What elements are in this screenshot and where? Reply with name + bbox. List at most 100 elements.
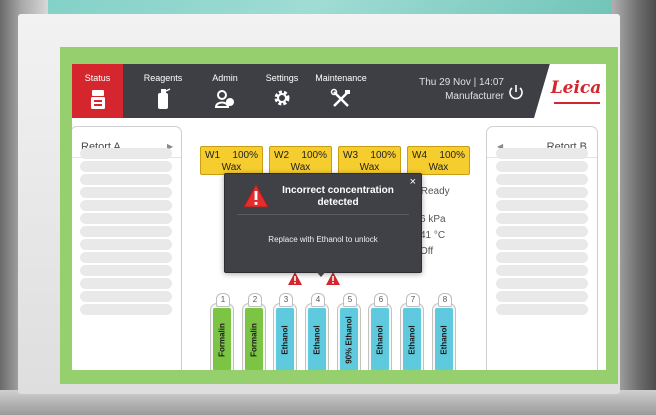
bottle-reagent-label: Ethanol: [280, 325, 290, 355]
cassette-slot: [80, 278, 172, 289]
tab-label: Admin: [212, 73, 238, 83]
dialog-pointer: [315, 270, 327, 277]
cassette-slot: [496, 187, 588, 198]
warning-icon: [243, 183, 269, 208]
cassette-slot: [80, 213, 172, 224]
cassette-slot: [496, 174, 588, 185]
cassette-slot: [80, 226, 172, 237]
cassette-slot: [496, 304, 588, 315]
retort-a-panel[interactable]: Retort A ▶: [72, 126, 182, 370]
wax-bath[interactable]: W2 100% Wax: [269, 146, 332, 175]
wax-bath-level: 100%: [439, 150, 465, 161]
wax-bath[interactable]: W1 100% Wax: [200, 146, 263, 175]
bottle-number: 2: [248, 293, 262, 307]
admin-users-icon: [200, 88, 250, 110]
status-instrument-icon: [72, 88, 123, 110]
bottle-reagent-label: Formalin: [249, 323, 259, 357]
bottle-reagent-label: Ethanol: [375, 325, 385, 355]
retort-b-panel[interactable]: ◀ Retort B: [486, 126, 598, 370]
divider: [237, 214, 409, 215]
bottle-number: 7: [406, 293, 420, 307]
reagent-bottle[interactable]: 6 Ethanol: [368, 293, 392, 370]
tab-label: Maintenance: [315, 73, 367, 83]
cassette-slot: [80, 265, 172, 276]
warning-icon[interactable]: [288, 272, 302, 285]
cassette-slot: [496, 200, 588, 211]
wax-bath-name: W1: [205, 150, 220, 161]
cassette-slot: [496, 265, 588, 276]
reagent-bottle-icon: [134, 88, 192, 110]
instrument-screen: Status Reagents Admin Settings Maintenan…: [72, 64, 606, 370]
cassette-slot: [496, 213, 588, 224]
tab-label: Settings: [265, 73, 299, 83]
state-readout: /Ready: [418, 186, 450, 197]
bottle-number: 4: [311, 293, 325, 307]
tab-settings[interactable]: Settings: [256, 64, 308, 118]
bottle-reagent-label: Ethanol: [407, 325, 417, 355]
close-icon[interactable]: ×: [410, 176, 416, 188]
cassette-slot: [80, 291, 172, 302]
tab-maintenance[interactable]: Maintenance: [310, 64, 372, 118]
pressure-readout: 6 kPa: [420, 214, 446, 225]
cassette-slot: [496, 161, 588, 172]
cassette-slot: [496, 239, 588, 250]
wax-bath-level: 100%: [370, 150, 396, 161]
bottle-reagent-label: Formalin: [217, 323, 227, 357]
cassette-slot: [496, 278, 588, 289]
logo-underline: [554, 102, 600, 104]
cassette-slot: [80, 161, 172, 172]
tab-reagents[interactable]: Reagents: [134, 64, 192, 118]
reagent-bottle[interactable]: 8 Ethanol: [432, 293, 456, 370]
bottle-number: 3: [279, 293, 293, 307]
top-bar: Status Reagents Admin Settings Maintenan…: [72, 64, 606, 118]
dialog-message: Replace with Ethanol to unlock: [268, 235, 378, 244]
reagent-bottle[interactable]: 7 Ethanol: [400, 293, 424, 370]
bottle-reagent-label: Ethanol: [439, 325, 449, 355]
temperature-readout: 41 °C: [420, 230, 446, 241]
cassette-slot: [496, 291, 588, 302]
wax-bath-name: W2: [274, 150, 289, 161]
wax-bath-name: W3: [343, 150, 358, 161]
cassette-slot: [80, 187, 172, 198]
incorrect-concentration-dialog: × Incorrect concentration detected Repla…: [224, 173, 422, 273]
wax-bath-label: Wax: [359, 162, 380, 173]
tab-label: Status: [84, 73, 111, 83]
bottle-reagent-label: 90% Ethanol: [344, 316, 354, 364]
leica-logo: Leica: [550, 78, 602, 98]
reagent-bottle[interactable]: 5 90% Ethanol: [337, 293, 361, 370]
reagent-bottle[interactable]: 2 Formalin: [242, 293, 266, 370]
reagent-bottle[interactable]: 4 Ethanol: [305, 293, 329, 370]
wax-bath-label: Wax: [221, 162, 242, 173]
wax-bath-level: 100%: [232, 150, 258, 161]
bottle-number: 6: [374, 293, 388, 307]
cassette-slot: [80, 239, 172, 250]
tools-icon: [310, 88, 372, 110]
bottle-reagent-label: Ethanol: [312, 325, 322, 355]
current-user: Manufacturer: [445, 91, 504, 102]
warning-icon[interactable]: [326, 272, 340, 285]
wax-bath-label: Wax: [428, 162, 449, 173]
cassette-slot: [80, 174, 172, 185]
wax-bath-level: 100%: [301, 150, 327, 161]
wax-bath[interactable]: W3 100% Wax: [338, 146, 401, 175]
header-status: Thu 29 Nov | 14:07 Manufacturer: [394, 76, 504, 104]
cassette-slot: [496, 226, 588, 237]
bottle-number: 1: [216, 293, 230, 307]
wax-bath-label: Wax: [290, 162, 311, 173]
tab-status[interactable]: Status: [72, 64, 123, 118]
reagent-bottle[interactable]: 3 Ethanol: [273, 293, 297, 370]
cassette-slot: [80, 148, 172, 159]
wax-bath-name: W4: [412, 150, 427, 161]
tab-label: Reagents: [143, 73, 183, 83]
bottle-number: 8: [438, 293, 452, 307]
date-time: Thu 29 Nov | 14:07: [419, 77, 504, 88]
cassette-slot: [496, 252, 588, 263]
dialog-title: Incorrect concentration detected: [282, 185, 394, 208]
reagent-bottle[interactable]: 1 Formalin: [210, 293, 234, 370]
cassette-slot: [80, 200, 172, 211]
wax-bath[interactable]: W4 100% Wax: [407, 146, 470, 175]
power-icon[interactable]: [506, 82, 526, 102]
tab-admin[interactable]: Admin: [200, 64, 250, 118]
cassette-slot: [80, 252, 172, 263]
cassette-slot: [496, 148, 588, 159]
